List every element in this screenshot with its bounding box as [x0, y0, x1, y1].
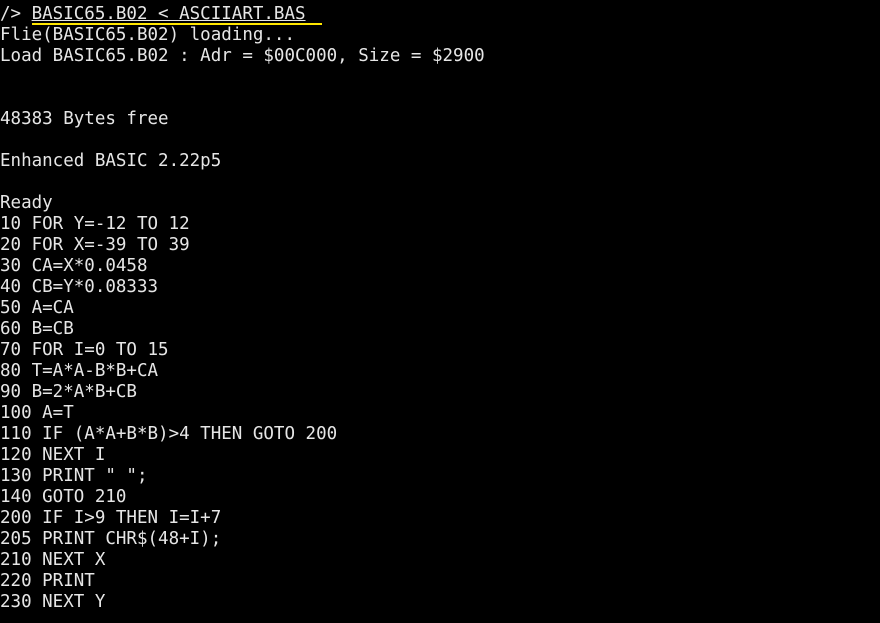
- program-line: 130 PRINT " ";: [0, 466, 148, 486]
- ready-message: Ready: [0, 193, 53, 213]
- program-line: 120 NEXT I: [0, 445, 106, 465]
- program-line: 60 B=CB: [0, 319, 74, 339]
- program-line: 30 CA=X*0.0458: [0, 256, 148, 276]
- program-line: 230 NEXT Y: [0, 592, 106, 612]
- program-line: 110 IF (A*A+B*B)>4 THEN GOTO 200: [0, 424, 338, 444]
- program-line: 40 CB=Y*0.08333: [0, 277, 159, 297]
- command-prompt-line[interactable]: /> BASIC65.B02 < ASCIIART.BAS: [0, 4, 880, 25]
- program-line: 210 NEXT X: [0, 550, 106, 570]
- command-input[interactable]: BASIC65.B02 < ASCIIART.BAS: [32, 4, 306, 24]
- program-line: 220 PRINT: [0, 571, 95, 591]
- program-line: 20 FOR X=-39 TO 39: [0, 235, 190, 255]
- input-highlight-underline: [32, 23, 322, 25]
- program-line: 100 A=T: [0, 403, 74, 423]
- program-line: 205 PRINT CHR$(48+I);: [0, 529, 222, 549]
- program-line: 140 GOTO 210: [0, 487, 127, 507]
- load-info-message: Load BASIC65.B02 : Adr = $00C000, Size =…: [0, 46, 485, 66]
- program-line: 50 A=CA: [0, 298, 74, 318]
- bytes-free-message: 48383 Bytes free: [0, 109, 169, 129]
- program-line: 70 FOR I=0 TO 15: [0, 340, 169, 360]
- terminal-window[interactable]: /> BASIC65.B02 < ASCIIART.BAS Flie(BASIC…: [0, 4, 880, 623]
- basic-version-message: Enhanced BASIC 2.22p5: [0, 151, 222, 171]
- program-line: 200 IF I>9 THEN I=I+7: [0, 508, 222, 528]
- program-listing: 10 FOR Y=-12 TO 12 20 FOR X=-39 TO 39 30 C…: [0, 214, 880, 613]
- program-line: 90 B=2*A*B+CB: [0, 382, 137, 402]
- prompt-symbol: />: [0, 4, 32, 24]
- loading-message: Flie(BASIC65.B02) loading...: [0, 25, 296, 45]
- program-line: 10 FOR Y=-12 TO 12: [0, 214, 190, 234]
- program-line: 80 T=A*A-B*B+CA: [0, 361, 159, 381]
